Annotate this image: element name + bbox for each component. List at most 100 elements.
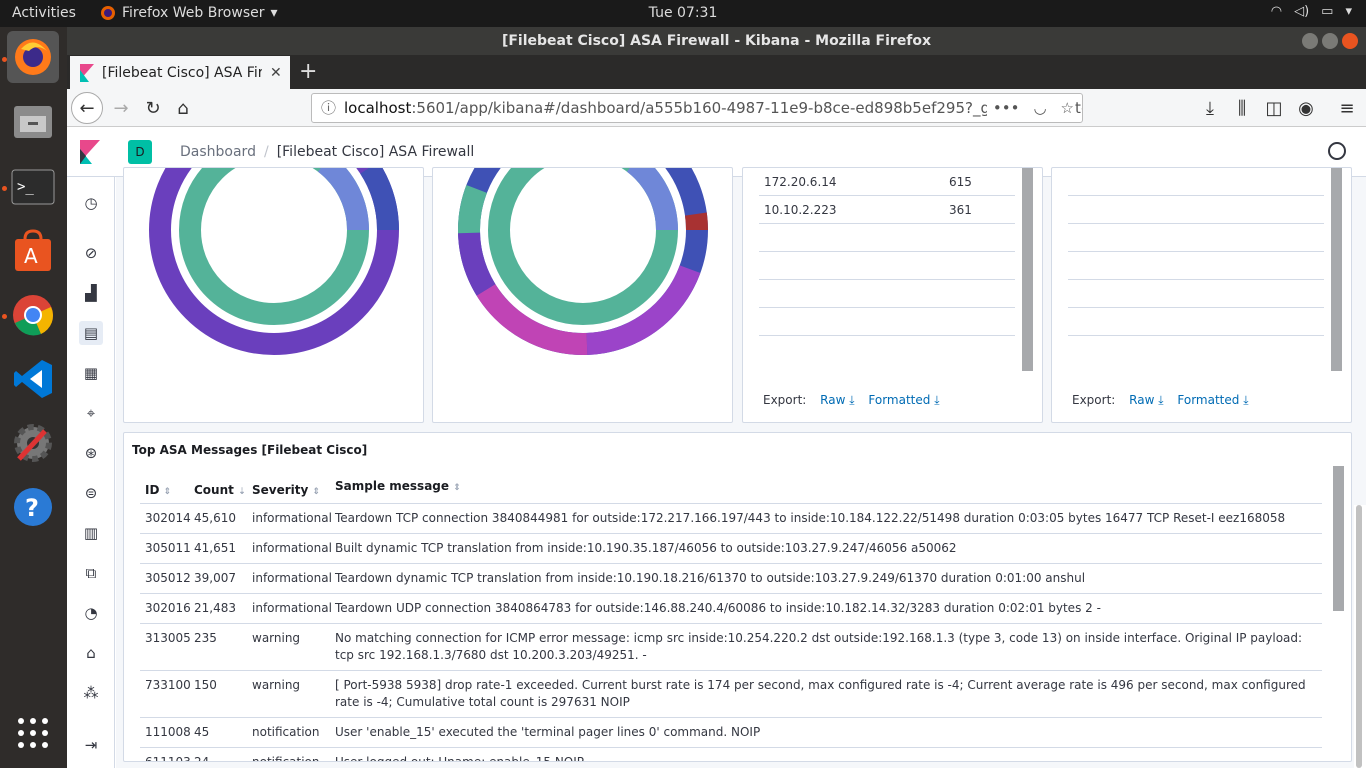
dashboard-canvas: 172.20.6.14 615 10.10.2.223 361 Export: Ra…: [116, 167, 1366, 768]
maps-icon[interactable]: ⌖: [79, 401, 103, 425]
table-row: 302016 21,483 informational Teardown UDP co…: [140, 594, 1322, 624]
id-cell: 313005: [145, 631, 191, 645]
severity-column-header[interactable]: Severity ⇕: [252, 483, 335, 497]
export-bar: Export: Raw ⤓ Formatted ⤓: [1072, 393, 1249, 408]
bookmark-star-icon[interactable]: ☆: [1061, 94, 1074, 122]
export-formatted-link[interactable]: Formatted ⤓: [868, 393, 939, 407]
count-column-header[interactable]: Count ⇣: [194, 483, 252, 497]
new-tab-button[interactable]: +: [299, 59, 317, 84]
discover-icon[interactable]: ⊘: [79, 241, 103, 265]
id-cell: 302016: [145, 601, 191, 615]
logs-icon[interactable]: ▥: [79, 521, 103, 545]
message-cell: Built dynamic TCP translation from insid…: [335, 541, 957, 555]
breadcrumb-dashboard[interactable]: Dashboard: [180, 144, 256, 160]
tab-bar: [Filebeat Cisco] ASA Firewall - Kibana ✕…: [67, 55, 1366, 89]
sidebar-icon[interactable]: ◫: [1260, 94, 1288, 122]
canvas-icon[interactable]: ▦: [79, 361, 103, 385]
messages-scrollbar[interactable]: [1333, 466, 1344, 611]
uptime-icon[interactable]: ◔: [79, 601, 103, 625]
apm-icon[interactable]: ⧉: [79, 561, 103, 585]
donut-chart-2[interactable]: [433, 168, 733, 423]
system-top-bar: Activities Firefox Web Browser ▾ Tue 07:…: [0, 0, 1366, 27]
account-icon[interactable]: ◉: [1292, 94, 1320, 122]
close-tab-icon[interactable]: ✕: [270, 65, 282, 81]
collapse-nav-icon[interactable]: ⇥: [79, 733, 103, 757]
severity-cell: informational: [252, 571, 332, 585]
export-raw-link[interactable]: Raw ⤓: [820, 393, 854, 407]
minimize-button[interactable]: [1302, 33, 1318, 49]
export-raw-link[interactable]: Raw ⤓: [1129, 393, 1163, 407]
back-button[interactable]: ←: [71, 92, 103, 124]
forward-button[interactable]: →: [107, 94, 135, 122]
downloads-icon[interactable]: ⤓: [1196, 94, 1224, 122]
donut-chart-1[interactable]: [124, 168, 424, 423]
volume-icon: ◁): [1294, 4, 1310, 19]
table-scrollbar[interactable]: [1022, 168, 1033, 371]
pocket-icon[interactable]: ◡: [1033, 94, 1046, 122]
svg-text:>_: >_: [17, 179, 34, 195]
home-button[interactable]: ⌂: [169, 94, 197, 122]
space-avatar[interactable]: D: [128, 140, 152, 164]
settings-launcher[interactable]: [7, 417, 59, 469]
chrome-launcher[interactable]: [7, 289, 59, 341]
sort-icon: ⇕: [453, 483, 461, 493]
vscode-launcher[interactable]: [7, 353, 59, 405]
files-launcher[interactable]: [7, 95, 59, 147]
show-applications-button[interactable]: [7, 707, 59, 759]
app-menu[interactable]: Firefox Web Browser ▾: [100, 5, 278, 21]
graph-icon[interactable]: ⁂: [79, 681, 103, 705]
ml-icon[interactable]: ⊛: [79, 441, 103, 465]
browser-tab[interactable]: [Filebeat Cisco] ASA Firewall - Kibana ✕: [70, 56, 290, 89]
sample-message-column-header[interactable]: Sample message ⇕: [335, 478, 1322, 497]
kibana-logo[interactable]: [80, 140, 100, 164]
severity-cell: notification: [252, 725, 320, 739]
maximize-button[interactable]: [1322, 33, 1338, 49]
help-launcher[interactable]: ?: [7, 481, 59, 533]
donut-inner-segment[interactable]: [488, 168, 678, 325]
infrastructure-icon[interactable]: ⊜: [79, 481, 103, 505]
page-scrollbar-thumb[interactable]: [1356, 505, 1362, 768]
software-launcher[interactable]: A: [7, 225, 59, 277]
id-cell: 305012: [145, 571, 191, 585]
table-row: [1068, 308, 1324, 336]
visualize-icon[interactable]: ▟: [79, 281, 103, 305]
page-scrollbar[interactable]: [1354, 505, 1366, 768]
recently-viewed-icon[interactable]: ◷: [79, 191, 103, 215]
kibana-side-nav: ◷ ⊘ ▟ ▤ ▦ ⌖ ⊛ ⊜ ▥ ⧉ ◔ ⌂ ⁂ ⇥: [67, 177, 115, 768]
firefox-launcher[interactable]: [7, 31, 59, 83]
system-tray[interactable]: ◠ ◁) ▭ ▾: [1271, 4, 1352, 19]
activities-button[interactable]: Activities: [12, 5, 76, 21]
donut-panel-1: [123, 167, 424, 423]
id-header-label: ID: [145, 483, 160, 497]
hamburger-menu-icon[interactable]: ≡: [1333, 94, 1361, 122]
breadcrumb: Dashboard / [Filebeat Cisco] ASA Firewall: [180, 144, 474, 160]
severity-cell: informational: [252, 601, 332, 615]
export-formatted-link[interactable]: Formatted ⤓: [1177, 393, 1248, 407]
navigation-toolbar: ← → ↻ ⌂ ⓘ localhost:5601/app/kibana#/das…: [67, 89, 1366, 127]
reload-button[interactable]: ↻: [139, 94, 167, 122]
export-raw-label: Raw: [1129, 393, 1155, 407]
close-button[interactable]: [1342, 33, 1358, 49]
count-cell: 21,483: [194, 601, 236, 615]
id-column-header[interactable]: ID ⇕: [140, 483, 194, 497]
export-bar: Export: Raw ⤓ Formatted ⤓: [763, 393, 940, 408]
dashboard-icon[interactable]: ▤: [79, 321, 103, 345]
panel-title: Top ASA Messages [Filebeat Cisco]: [132, 443, 368, 457]
donut-inner-segment[interactable]: [179, 168, 369, 325]
siem-icon[interactable]: ⌂: [79, 641, 103, 665]
export-raw-label: Raw: [820, 393, 846, 407]
app-menu-label: Firefox Web Browser: [122, 5, 265, 21]
help-menu-icon[interactable]: [1328, 142, 1346, 160]
page-actions-button[interactable]: •••: [993, 94, 1020, 122]
info-icon[interactable]: ⓘ: [321, 94, 336, 122]
id-cell: 733100: [145, 678, 191, 692]
message-cell: User 'enable_15' executed the 'terminal …: [335, 725, 761, 739]
terminal-launcher[interactable]: >_: [7, 161, 59, 213]
download-icon: ⤓: [934, 393, 940, 407]
table-row: 172.20.6.14 615: [759, 168, 1015, 196]
dock: >_ A ?: [0, 27, 67, 768]
table-scrollbar[interactable]: [1331, 168, 1342, 371]
message-cell: Teardown dynamic TCP translation from in…: [335, 571, 1086, 585]
url-bar[interactable]: ⓘ localhost:5601/app/kibana#/dashboard/a…: [311, 93, 1083, 123]
library-icon[interactable]: ⫼: [1228, 94, 1256, 122]
